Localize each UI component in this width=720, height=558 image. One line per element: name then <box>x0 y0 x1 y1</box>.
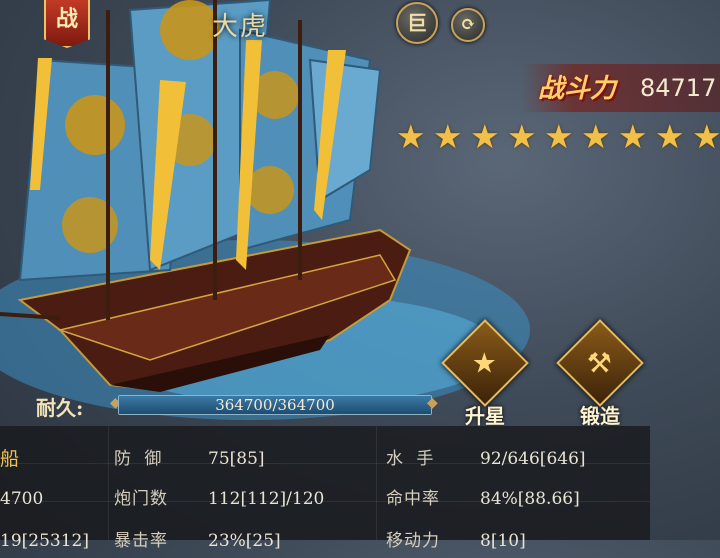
swap-icon: ⟳ <box>460 14 476 35</box>
left-value-partial-2: 19[25312] <box>0 531 89 551</box>
stat-label-mobility: 移动力 <box>386 531 440 551</box>
star-icon: ★ <box>507 117 537 156</box>
left-value-partial: 4700 <box>0 489 44 509</box>
stat-label-cannons: 炮门数 <box>114 489 168 509</box>
stat-value-sailors: 92/646[646] <box>480 449 586 469</box>
swap-button[interactable]: ⟳ <box>451 8 485 42</box>
bar-cap-right-icon: ◆ <box>427 395 438 411</box>
upgrade-star-button[interactable]: ★ 升星 <box>441 319 529 429</box>
stat-value-accuracy: 84%[88.66] <box>480 489 580 509</box>
battle-badge: 战 <box>44 0 90 48</box>
star-icon: ★ <box>544 117 574 156</box>
stat-value-defense: 75[85] <box>208 449 265 469</box>
anvil-forge-icon: ⚒ <box>587 346 613 380</box>
giant-class-button[interactable]: 巨 <box>396 2 438 44</box>
star-rating: ★ ★ ★ ★ ★ ★ ★ ★ ★ <box>396 120 720 153</box>
star-icon: ★ <box>655 117 685 156</box>
star-icon: ★ <box>433 117 463 156</box>
combat-power-label: 战斗力 <box>538 74 617 104</box>
durability-label: 耐久: <box>36 396 84 420</box>
stat-label-crit: 暴击率 <box>114 531 168 551</box>
star-icon: ★ <box>581 117 611 156</box>
stat-value-crit: 23%[25] <box>208 531 281 551</box>
durability-value: 364700/364700 <box>215 396 335 414</box>
star-icon: ★ <box>618 117 648 156</box>
stat-label-defense: 防 御 <box>114 449 166 469</box>
stat-value-mobility: 8[10] <box>480 531 526 551</box>
stat-label-sailors: 水 手 <box>386 449 438 469</box>
durability-bar: 364700/364700 <box>118 395 432 415</box>
star-icon: ★ <box>692 117 720 156</box>
stats-panel: 船 4700 19[25312] 防 御 75[85] 炮门数 112[112]… <box>0 426 650 551</box>
stat-label-accuracy: 命中率 <box>386 489 440 509</box>
star-icon: ★ <box>470 117 500 156</box>
combat-power-value: 84717 <box>640 74 717 102</box>
ship-type-partial: 船 <box>0 448 20 470</box>
ship-name: 大虎 <box>212 12 269 42</box>
forge-button[interactable]: ⚒ 锻造 <box>556 319 644 429</box>
star-icon: ★ <box>396 117 426 156</box>
star-upgrade-icon: ★ <box>472 346 498 380</box>
ship-detail-screen: 战 大虎 巨 ⟳ 战斗力 84717 ★ ★ ★ ★ ★ ★ ★ ★ ★ 耐久: ◆ 36470… <box>0 0 720 551</box>
stat-value-cannons: 112[112]/120 <box>208 489 325 509</box>
